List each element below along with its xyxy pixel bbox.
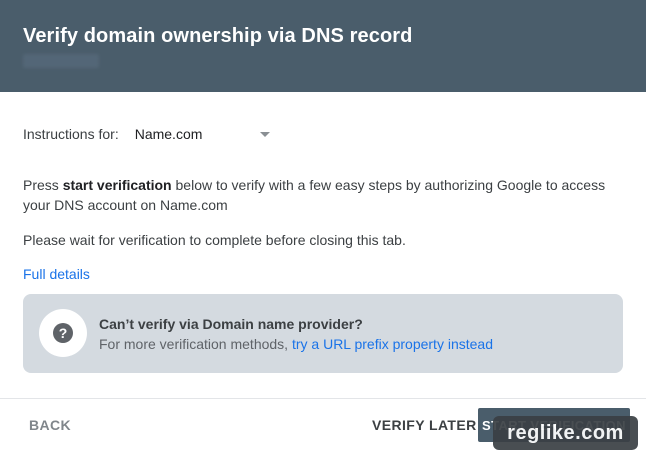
para1-prefix: Press	[23, 177, 63, 193]
verify-later-button[interactable]: VERIFY LATER	[358, 412, 491, 438]
blurred-property-name	[23, 54, 99, 68]
dialog-header: Verify domain ownership via DNS record	[0, 0, 646, 92]
instructions-label: Instructions for:	[23, 126, 119, 142]
url-prefix-property-link[interactable]: try a URL prefix property instead	[292, 336, 493, 352]
provider-dropdown-value: Name.com	[134, 126, 203, 142]
provider-dropdown[interactable]: Name.com	[135, 126, 270, 142]
alternative-method-box: ? Can’t verify via Domain name provider?…	[23, 294, 623, 373]
help-icon-circle: ?	[39, 309, 87, 357]
instructions-row: Instructions for: Name.com	[23, 124, 270, 144]
instructions-paragraph: Press start verification below to verify…	[23, 175, 623, 215]
wait-notice: Please wait for verification to complete…	[23, 232, 406, 248]
watermark: reglike.com	[493, 416, 638, 450]
full-details-link[interactable]: Full details	[23, 266, 90, 282]
help-box-title: Can’t verify via Domain name provider?	[99, 316, 363, 332]
back-button[interactable]: BACK	[14, 412, 86, 438]
question-icon: ?	[53, 323, 73, 343]
para1-bold: start verification	[62, 177, 172, 193]
chevron-down-icon	[259, 131, 270, 137]
help-box-text: For more verification methods, try a URL…	[99, 336, 493, 352]
dialog-title: Verify domain ownership via DNS record	[23, 25, 413, 47]
help-box-text-prefix: For more verification methods,	[99, 336, 292, 352]
